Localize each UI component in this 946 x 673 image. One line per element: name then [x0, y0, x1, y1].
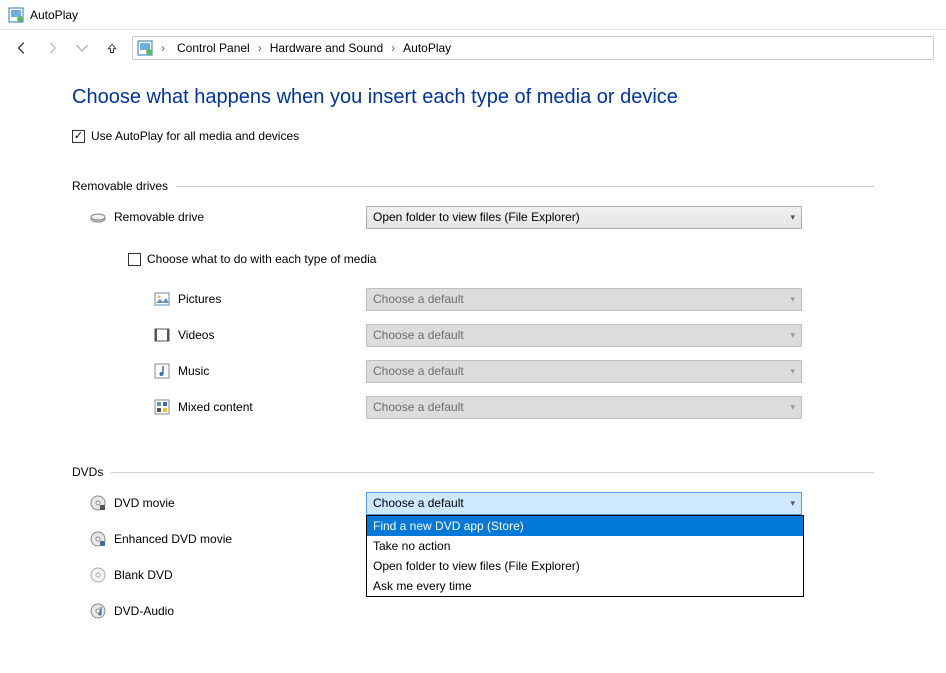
use-autoplay-checkbox[interactable]: [72, 130, 85, 143]
removable-drive-icon: [90, 209, 106, 225]
combo-value: Choose a default: [373, 400, 464, 414]
blank-dvd-icon: [90, 567, 106, 583]
chevron-down-icon: ▾: [790, 366, 795, 377]
row-videos: Videos Choose a default ▾: [72, 323, 874, 347]
mixed-combo[interactable]: Choose a default ▾: [366, 396, 802, 419]
section-title-dvds: DVDs: [72, 465, 103, 479]
chevron-down-icon: ▾: [790, 402, 795, 413]
forward-button[interactable]: [42, 38, 62, 58]
dropdown-item-open-folder[interactable]: Open folder to view files (File Explorer…: [367, 556, 803, 576]
music-combo[interactable]: Choose a default ▾: [366, 360, 802, 383]
row-music: Music Choose a default ▾: [72, 359, 874, 383]
videos-combo[interactable]: Choose a default ▾: [366, 324, 802, 347]
dvd-audio-label: DVD-Audio: [114, 604, 174, 618]
row-pictures: Pictures Choose a default ▾: [72, 287, 874, 311]
autoplay-icon: [137, 40, 153, 56]
music-icon: [154, 363, 170, 379]
dvd-audio-icon: [90, 603, 106, 619]
page-title: Choose what happens when you insert each…: [72, 86, 874, 109]
divider: [176, 186, 874, 187]
chevron-down-icon: ▾: [790, 330, 795, 341]
section-removable-drives: Removable drives: [72, 179, 874, 193]
pictures-icon: [154, 291, 170, 307]
back-button[interactable]: [12, 38, 32, 58]
chevron-down-icon: ▾: [790, 294, 795, 305]
combo-value: Open folder to view files (File Explorer…: [373, 210, 580, 224]
row-dvd-movie: DVD movie Choose a default ▾ Find a new …: [72, 491, 874, 515]
pictures-combo[interactable]: Choose a default ▾: [366, 288, 802, 311]
dropdown-item-find-app[interactable]: Find a new DVD app (Store): [367, 516, 803, 536]
global-option-row: Use AutoPlay for all media and devices: [72, 129, 874, 143]
section-title-removable: Removable drives: [72, 179, 168, 193]
chevron-right-icon[interactable]: ›: [159, 41, 167, 55]
mixed-label: Mixed content: [178, 400, 253, 414]
address-bar[interactable]: › Control Panel › Hardware and Sound › A…: [132, 36, 934, 60]
row-mixed: Mixed content Choose a default ▾: [72, 395, 874, 419]
dropdown-item-take-no-action[interactable]: Take no action: [367, 536, 803, 556]
combo-value: Choose a default: [373, 292, 464, 306]
dropdown-item-ask-every-time[interactable]: Ask me every time: [367, 576, 803, 596]
breadcrumb: Control Panel › Hardware and Sound › Aut…: [173, 39, 455, 57]
dvd-movie-dropdown: Find a new DVD app (Store) Take no actio…: [366, 515, 804, 597]
row-dvd-audio: DVD-Audio: [72, 599, 874, 623]
recent-locations-button[interactable]: [72, 38, 92, 58]
breadcrumb-hardware-sound[interactable]: Hardware and Sound: [266, 39, 387, 57]
dvd-movie-icon: [90, 495, 106, 511]
chevron-right-icon[interactable]: ›: [256, 41, 264, 55]
videos-icon: [154, 327, 170, 343]
combo-value: Choose a default: [373, 364, 464, 378]
enhanced-dvd-icon: [90, 531, 106, 547]
dvd-movie-combo[interactable]: Choose a default ▾ Find a new DVD app (S…: [366, 492, 802, 515]
combo-value: Choose a default: [373, 496, 464, 510]
row-removable-drive: Removable drive Open folder to view file…: [72, 205, 874, 229]
pictures-label: Pictures: [178, 292, 221, 306]
chevron-down-icon: ▾: [790, 498, 795, 509]
window-title: AutoPlay: [30, 8, 78, 22]
videos-label: Videos: [178, 328, 214, 342]
mixed-content-icon: [154, 399, 170, 415]
removable-drive-combo[interactable]: Open folder to view files (File Explorer…: [366, 206, 802, 229]
breadcrumb-control-panel[interactable]: Control Panel: [173, 39, 254, 57]
use-autoplay-label: Use AutoPlay for all media and devices: [91, 129, 299, 143]
content: Choose what happens when you insert each…: [0, 66, 946, 623]
choose-each-label: Choose what to do with each type of medi…: [147, 252, 376, 266]
navbar: › Control Panel › Hardware and Sound › A…: [0, 30, 946, 66]
up-button[interactable]: [102, 38, 122, 58]
section-dvds: DVDs: [72, 465, 874, 479]
dvd-movie-label: DVD movie: [114, 496, 175, 510]
chevron-right-icon[interactable]: ›: [389, 41, 397, 55]
removable-drive-label: Removable drive: [114, 210, 204, 224]
breadcrumb-autoplay[interactable]: AutoPlay: [399, 39, 455, 57]
blank-dvd-label: Blank DVD: [114, 568, 173, 582]
titlebar: AutoPlay: [0, 0, 946, 30]
row-choose-each: Choose what to do with each type of medi…: [72, 247, 874, 271]
enhanced-dvd-label: Enhanced DVD movie: [114, 532, 232, 546]
divider: [111, 472, 874, 473]
choose-each-checkbox[interactable]: [128, 253, 141, 266]
autoplay-icon: [8, 7, 24, 23]
combo-value: Choose a default: [373, 328, 464, 342]
music-label: Music: [178, 364, 209, 378]
chevron-down-icon: ▾: [790, 212, 795, 223]
